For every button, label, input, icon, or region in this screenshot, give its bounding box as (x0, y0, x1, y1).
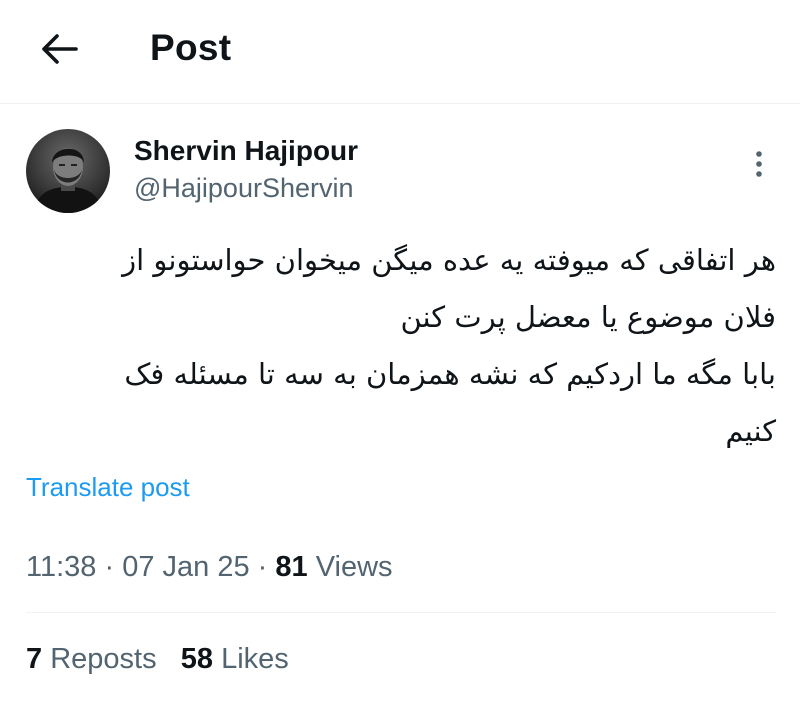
more-options-button[interactable] (744, 146, 774, 182)
reposts-count: 7 (26, 643, 43, 675)
separator-dot: · (249, 551, 276, 583)
avatar[interactable] (26, 129, 110, 213)
post-time[interactable]: 11:38 (26, 551, 96, 583)
arrow-left-icon (42, 34, 78, 64)
author-name[interactable]: Shervin Hajipour (134, 135, 358, 167)
views-count: 81 (275, 551, 308, 583)
likes-stat[interactable]: 58 Likes (181, 643, 289, 675)
author-handle[interactable]: @HajipourShervin (134, 173, 354, 204)
post-date[interactable]: 07 Jan 25 (122, 551, 249, 583)
page-title: Post (150, 27, 232, 68)
reposts-label: Reposts (42, 643, 157, 675)
separator-dot: · (96, 551, 123, 583)
likes-count: 58 (180, 643, 214, 675)
more-vertical-icon (756, 151, 762, 177)
divider (26, 612, 776, 613)
profile-photo (26, 129, 110, 213)
translate-post-link[interactable]: Translate post (26, 472, 190, 503)
post-text: هر اتفاقی که میوفته یه عده میگن میخوان ح… (122, 243, 776, 448)
back-button[interactable] (38, 28, 80, 70)
post-metadata: 11:38 · 07 Jan 25 · 81 Views (26, 551, 393, 584)
likes-label: Likes (213, 643, 289, 675)
engagement-stats: 7 Reposts 58 Likes (26, 643, 289, 676)
top-bar: Post (0, 0, 800, 104)
views-label: Views (307, 551, 393, 583)
reposts-stat[interactable]: 7 Reposts (26, 643, 157, 675)
